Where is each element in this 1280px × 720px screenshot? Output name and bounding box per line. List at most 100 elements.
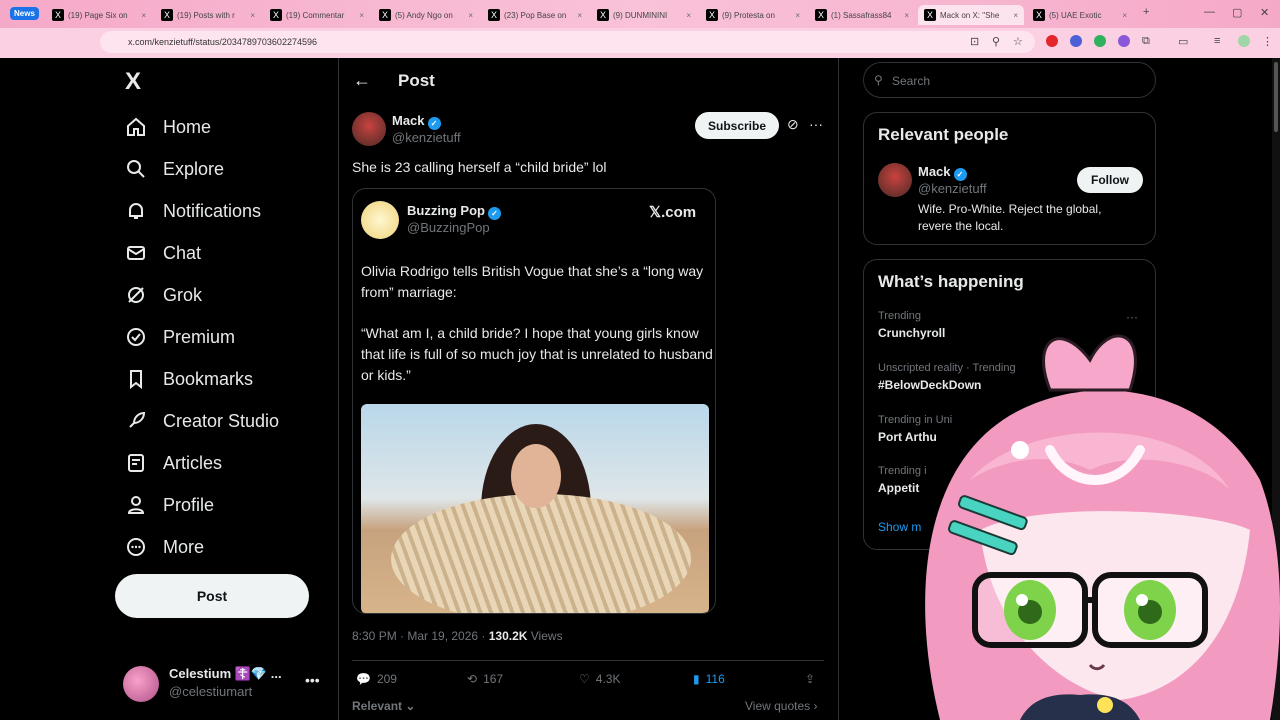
nav-explore[interactable]: Explore <box>125 158 224 180</box>
window-close-icon[interactable]: ✕ <box>1260 6 1269 19</box>
maximize-icon[interactable]: ▢ <box>1232 6 1242 19</box>
close-icon[interactable]: × <box>795 11 800 20</box>
media-icon[interactable]: ≡ <box>1214 35 1220 47</box>
browser-tab-active[interactable]: X Mack on X: "She × <box>918 5 1024 25</box>
nav-notifications[interactable]: Notifications <box>125 200 261 222</box>
extension-icon[interactable] <box>1070 35 1082 47</box>
close-icon[interactable]: × <box>250 11 255 20</box>
new-tab-icon[interactable]: + <box>1143 6 1149 18</box>
bookmark-button[interactable]: ▮ 116 <box>693 672 725 686</box>
quoted-avatar <box>361 201 399 239</box>
bookmark-icon <box>125 368 147 390</box>
tab-bar: News X (19) Page Six on × X (19) Posts with… <box>0 0 1280 28</box>
close-icon[interactable]: × <box>468 11 473 20</box>
extension-icon[interactable] <box>1094 35 1106 47</box>
person-handle[interactable]: @kenzietuff <box>918 181 987 196</box>
zoom-icon[interactable]: ⚲ <box>992 35 1000 48</box>
post-button[interactable]: Post <box>115 574 309 618</box>
back-arrow-icon[interactable]: ← <box>353 70 371 91</box>
x-com-label: 𝕏.com <box>649 204 697 221</box>
close-icon[interactable]: × <box>1013 11 1018 20</box>
panel-title: Relevant people <box>878 125 1009 144</box>
browser-tab[interactable]: X (9) DUNMININI × <box>591 5 697 25</box>
x-logo-icon: X <box>1033 9 1045 21</box>
view-quotes-link[interactable]: View quotes › <box>745 699 818 713</box>
author-avatar[interactable] <box>352 112 386 146</box>
browser-tab[interactable]: X (23) Pop Base on × <box>482 5 588 25</box>
like-button[interactable]: ♡ 4.3K <box>579 672 620 686</box>
column-divider <box>838 58 839 720</box>
account-name: Celestium ☦️💎 ... <box>169 666 282 681</box>
star-icon[interactable]: ☆ <box>1013 35 1023 48</box>
page-title: Post <box>398 71 435 90</box>
extension-icon[interactable] <box>1118 35 1130 47</box>
author-handle[interactable]: @kenzietuff <box>392 130 461 145</box>
nav-home[interactable]: Home <box>125 116 211 138</box>
close-icon[interactable]: × <box>359 11 364 20</box>
article-icon <box>125 452 147 474</box>
url-bar[interactable]: x.com/kenzietuff/status/2034789703602274… <box>100 31 1035 53</box>
panel-title: What’s happening <box>878 272 1024 291</box>
sidepanel-icon[interactable]: ▭ <box>1178 35 1188 48</box>
quoted-photo[interactable] <box>361 404 709 613</box>
browser-tab[interactable]: X (19) Commentar × <box>264 5 370 25</box>
browser-tab[interactable]: X (19) Posts with r × <box>155 5 261 25</box>
search-input[interactable]: ⚲ Search <box>863 62 1156 98</box>
profile-avatar[interactable] <box>1238 35 1250 47</box>
account-switcher[interactable]: Celestium ☦️💎 ... @celestiumart ••• <box>123 664 333 704</box>
share-button[interactable]: ⇪ <box>805 672 815 686</box>
reply-button[interactable]: 💬 209 <box>356 672 397 686</box>
browser-tab[interactable]: X (1) Sassafrass84 × <box>809 5 915 25</box>
close-icon[interactable]: × <box>686 11 691 20</box>
install-icon[interactable]: ⊡ <box>970 35 979 48</box>
close-icon[interactable]: × <box>141 11 146 20</box>
close-icon[interactable]: × <box>1122 11 1127 20</box>
follow-button[interactable]: Follow <box>1077 167 1143 193</box>
browser-tab[interactable]: X (5) UAE Exotic × <box>1027 5 1133 25</box>
grok-icon <box>125 284 147 306</box>
subscribe-button[interactable]: Subscribe <box>695 112 779 139</box>
nav-articles[interactable]: Articles <box>125 452 222 474</box>
nav-chat[interactable]: Chat <box>125 242 201 264</box>
quoted-text-2: “What am I, a child bride? I hope that y… <box>361 325 713 383</box>
sort-dropdown[interactable]: Relevant ⌄ <box>352 699 415 713</box>
news-badge[interactable]: News <box>10 7 39 20</box>
x-logo-icon: X <box>924 9 936 21</box>
nav-grok[interactable]: Grok <box>125 284 202 306</box>
nav-profile[interactable]: Profile <box>125 494 214 516</box>
search-icon: ⚲ <box>874 73 883 87</box>
browser-tab[interactable]: X (19) Page Six on × <box>46 5 152 25</box>
avatar[interactable] <box>878 163 912 197</box>
grok-icon[interactable]: ⊘ <box>787 116 799 133</box>
rocket-icon <box>125 410 147 432</box>
quoted-post[interactable]: Buzzing Pop ✓ @BuzzingPop 𝕏.com Olivia Ro… <box>352 188 716 614</box>
minimize-icon[interactable]: — <box>1204 6 1215 18</box>
extensions-puzzle-icon[interactable]: ⧉ <box>1142 35 1150 48</box>
more-icon <box>125 536 147 558</box>
browser-tab[interactable]: X (5) Andy Ngo on × <box>373 5 479 25</box>
post-text: She is 23 calling herself a “child bride… <box>352 159 607 175</box>
bell-icon <box>125 200 147 222</box>
bookmark-filled-icon: ▮ <box>693 672 700 686</box>
streamer-avatar-overlay <box>925 334 1280 720</box>
nav-creator-studio[interactable]: Creator Studio <box>125 410 279 432</box>
nav-premium[interactable]: Premium <box>125 326 235 348</box>
menu-icon[interactable]: ⋮ <box>1262 35 1273 48</box>
browser-tab[interactable]: X (9) Protesta on × <box>700 5 806 25</box>
extension-icon[interactable] <box>1046 35 1058 47</box>
person-name[interactable]: Mack ✓ <box>918 164 967 181</box>
nav-more[interactable]: More <box>125 536 204 558</box>
x-logo-icon: X <box>706 9 718 21</box>
more-options-icon[interactable]: ··· <box>809 116 823 132</box>
scrollbar-thumb[interactable] <box>1274 62 1278 132</box>
repost-button[interactable]: ⟲ 167 <box>467 672 503 686</box>
verified-badge-icon: ✓ <box>953 168 967 181</box>
close-icon[interactable]: × <box>904 11 909 20</box>
x-logo-icon: X <box>488 9 500 21</box>
close-icon[interactable]: × <box>577 11 582 20</box>
author-name[interactable]: Mack ✓ <box>392 113 441 130</box>
nav-bookmarks[interactable]: Bookmarks <box>125 368 253 390</box>
more-dots-icon[interactable]: ••• <box>305 672 320 688</box>
verified-badge-icon: ✓ <box>427 117 441 130</box>
x-logo[interactable]: X <box>125 68 141 96</box>
